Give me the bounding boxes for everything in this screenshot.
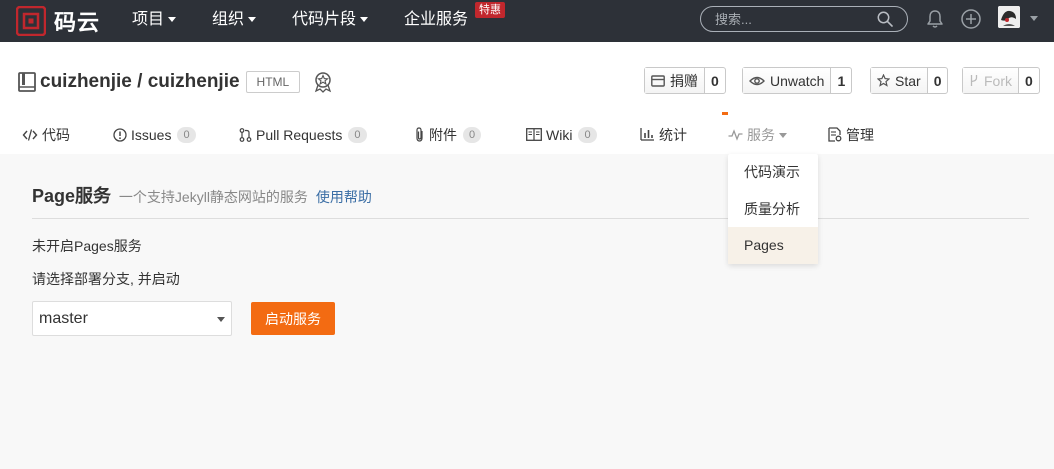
- donate-count[interactable]: 0: [704, 68, 725, 93]
- bell-icon[interactable]: [924, 8, 946, 30]
- nav-label: 组织: [212, 11, 245, 28]
- tab-manage[interactable]: 管理: [828, 124, 874, 154]
- fork-label: Fork: [984, 72, 1012, 89]
- tab-count: 0: [463, 127, 482, 143]
- chevron-down-icon: [360, 17, 369, 23]
- nav-label: 代码片段: [292, 11, 357, 28]
- chevron-down-icon: [168, 17, 177, 23]
- fork-count[interactable]: 0: [1018, 68, 1039, 93]
- eye-icon: [749, 76, 765, 85]
- tab-pull-requests[interactable]: Pull Requests 0: [239, 124, 367, 154]
- donate-icon: [651, 74, 665, 87]
- bar-chart-icon: [640, 128, 654, 141]
- help-link[interactable]: 使用帮助: [316, 189, 372, 205]
- unwatch-count[interactable]: 1: [830, 68, 851, 93]
- tab-services[interactable]: 服务: [728, 124, 787, 154]
- nav-snippets[interactable]: 代码片段: [292, 0, 369, 42]
- dropdown-item-quality-analysis[interactable]: 质量分析: [728, 191, 818, 228]
- award-icon[interactable]: [312, 71, 334, 93]
- pull-request-icon: [239, 128, 252, 142]
- page-header: Page服务 一个支持Jekyll静态网站的服务 使用帮助: [32, 182, 372, 208]
- pages-status: 未开启Pages服务: [32, 238, 142, 254]
- nav-label: 项目: [132, 11, 165, 28]
- code-icon: [22, 129, 38, 141]
- page-title: Page服务: [32, 186, 112, 206]
- repo-tabs: 代码 Issues 0 Pull Requests 0 附件 0 Wiki 0 …: [0, 124, 1054, 154]
- repo-header: cuizhenjie / cuizhenjie HTML 捐赠 0 Unwatc…: [0, 42, 1054, 154]
- branch-select[interactable]: master: [32, 301, 232, 336]
- paperclip-icon: [416, 127, 423, 142]
- unwatch-button[interactable]: Unwatch 1: [742, 67, 853, 94]
- page-description: 一个支持Jekyll静态网站的服务: [118, 189, 308, 205]
- tab-code[interactable]: 代码: [22, 124, 70, 154]
- star-label: Star: [895, 72, 921, 89]
- unwatch-label: Unwatch: [770, 72, 825, 89]
- tab-label: 统计: [659, 127, 687, 143]
- divider: [32, 218, 1029, 219]
- tab-count: 0: [177, 127, 196, 143]
- active-tab-indicator: [722, 112, 728, 115]
- tab-wiki[interactable]: Wiki 0: [526, 124, 597, 154]
- tab-label: Issues: [131, 127, 172, 143]
- fork-button[interactable]: Fork 0: [962, 67, 1040, 94]
- nav-projects[interactable]: 项目: [132, 0, 177, 42]
- logo[interactable]: 码云: [16, 6, 100, 36]
- search-icon[interactable]: [877, 11, 893, 27]
- tab-label: 管理: [846, 127, 874, 143]
- issue-icon: [113, 128, 127, 142]
- repo-name[interactable]: cuizhenjie / cuizhenjie: [40, 71, 240, 93]
- star-button[interactable]: Star 0: [870, 67, 949, 94]
- donate-label-wrap: 捐赠: [645, 68, 704, 93]
- tab-label: 附件: [429, 127, 457, 143]
- tab-count: 0: [578, 127, 597, 143]
- tab-label: 服务: [747, 127, 775, 143]
- tab-label: Pull Requests: [256, 127, 343, 143]
- tab-label: 代码: [42, 127, 70, 143]
- chevron-down-icon: [779, 133, 787, 138]
- star-count[interactable]: 0: [926, 68, 948, 93]
- nav-organizations[interactable]: 组织: [212, 0, 257, 42]
- fork-label-wrap: Fork: [963, 68, 1018, 93]
- unwatch-label-wrap: Unwatch: [743, 68, 831, 93]
- tab-statistics[interactable]: 统计: [640, 124, 687, 154]
- repo-book-icon: [18, 72, 36, 92]
- language-tag[interactable]: HTML: [245, 71, 301, 93]
- avatar-image: [998, 6, 1020, 28]
- search-box[interactable]: [700, 6, 908, 32]
- avatar-chevron-icon[interactable]: [1030, 16, 1038, 21]
- star-label-wrap: Star: [871, 68, 927, 93]
- donate-button[interactable]: 捐赠 0: [644, 67, 726, 94]
- avatar[interactable]: [998, 6, 1020, 28]
- tab-attachments[interactable]: 附件 0: [414, 124, 482, 154]
- repo-title: cuizhenjie / cuizhenjie HTML: [18, 70, 334, 94]
- fork-icon: [970, 75, 978, 86]
- star-icon: [877, 74, 890, 87]
- services-dropdown: 代码演示 质量分析 Pages: [728, 154, 818, 264]
- branch-hint: 请选择部署分支, 并启动: [32, 271, 180, 287]
- dropdown-item-pages[interactable]: Pages: [728, 227, 818, 264]
- tab-issues[interactable]: Issues 0: [113, 124, 196, 154]
- logo-text: 码云: [54, 10, 101, 35]
- nav-label: 企业服务: [404, 11, 469, 28]
- start-service-button[interactable]: 启动服务: [251, 302, 335, 335]
- donate-label: 捐赠: [670, 72, 698, 89]
- chevron-down-icon: [248, 17, 257, 23]
- settings-doc-icon: [828, 127, 842, 142]
- tab-count: 0: [348, 127, 367, 143]
- top-navbar: 码云 项目 组织 代码片段 企业服务 特惠: [0, 0, 1054, 42]
- plus-circle-icon[interactable]: [960, 8, 982, 30]
- logo-icon: [16, 6, 46, 36]
- branch-value: master: [39, 309, 88, 327]
- nav-enterprise[interactable]: 企业服务: [404, 0, 468, 42]
- tab-label: Wiki: [546, 127, 573, 143]
- dropdown-item-code-demo[interactable]: 代码演示: [728, 154, 818, 191]
- chevron-down-icon: [217, 317, 225, 322]
- hot-badge: 特惠: [475, 2, 505, 18]
- wiki-icon: [526, 128, 542, 141]
- pulse-icon: [728, 129, 743, 141]
